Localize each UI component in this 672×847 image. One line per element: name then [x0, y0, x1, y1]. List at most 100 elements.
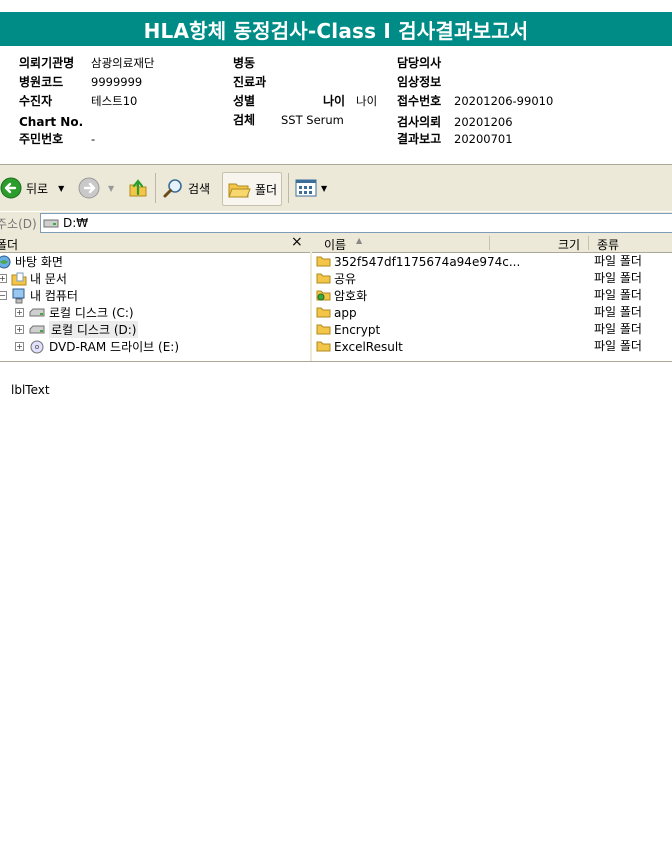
list-item[interactable]: Encrypt 파일 폴더 [312, 321, 672, 338]
institution-label: 의뢰기관명 [19, 56, 75, 70]
specimen-label: 검체 [233, 113, 256, 127]
file-type: 파일 폴더 [594, 288, 642, 302]
file-name: 암호화 [334, 289, 368, 303]
specimen-value: SST Serum [281, 113, 344, 127]
expand-icon[interactable]: + [15, 308, 24, 317]
drive-icon [29, 308, 45, 316]
file-type: 파일 폴더 [594, 322, 642, 336]
address-bar: 주소(D) D:₩ [0, 211, 672, 234]
address-value: D:₩ [63, 216, 89, 230]
back-button[interactable]: 뒤로 ▼ [0, 172, 64, 204]
clinical-info-label: 임상정보 [397, 75, 442, 89]
resident-no-value: - [91, 132, 96, 146]
search-button[interactable]: 검색 [162, 172, 210, 204]
folder-tree-title: 폴더 [0, 238, 19, 252]
folders-button[interactable]: 폴더 [222, 172, 283, 206]
search-label: 검색 [188, 181, 211, 196]
up-folder-button[interactable] [127, 172, 149, 204]
forward-arrow-icon [78, 177, 100, 199]
report-info: 의뢰기관명 삼광의료재단 병원코드 9999999 수진자 테스트10 Char… [0, 52, 672, 152]
column-separator[interactable] [588, 236, 589, 250]
file-name: app [334, 305, 357, 320]
tree-item-my-documents[interactable]: + 내 문서 [0, 270, 67, 287]
drive-icon [29, 325, 45, 333]
back-arrow-icon [0, 177, 22, 199]
file-list-header: 이름 ▲ 크기 종류 [312, 234, 672, 253]
address-input[interactable]: D:₩ [40, 213, 672, 233]
patient-value: 테스트10 [91, 94, 138, 108]
column-name[interactable]: 이름 [324, 236, 346, 253]
folder-icon [316, 324, 331, 335]
close-icon[interactable]: × [291, 234, 303, 250]
institution-value: 삼광의료재단 [91, 56, 155, 70]
request-date-label: 검사의뢰 [397, 115, 442, 129]
documents-folder-icon [11, 272, 27, 285]
up-folder-icon [129, 179, 147, 197]
tree-item-label: 로컬 디스크 (D:) [49, 321, 139, 338]
views-icon [295, 179, 317, 197]
age-value: 나이 [356, 94, 378, 108]
age-label: 나이 [323, 94, 346, 108]
report-title: HLA항체 동정검사-Class I 검사결과보고서 [143, 18, 529, 43]
column-size[interactable]: 크기 [558, 236, 580, 253]
file-explorer: 뒤로 ▼ ▼ 검색 폴더 ▼ 주소(D) D:₩ 폴더 × 바탕 화면 + 내 … [0, 164, 672, 361]
list-item[interactable]: ExcelResult 파일 폴더 [312, 338, 672, 355]
tree-item-dvd-drive[interactable]: + DVD-RAM 드라이브 (E:) [15, 338, 179, 355]
tree-item-label: DVD-RAM 드라이브 (E:) [49, 340, 180, 354]
tree-item-label: 내 문서 [30, 272, 67, 286]
folder-icon [316, 307, 331, 318]
list-item[interactable]: 암호화 파일 폴더 [312, 287, 672, 304]
forward-button[interactable]: ▼ [78, 172, 114, 204]
lbl-text: lblText [11, 383, 50, 397]
views-dropdown-icon: ▼ [321, 183, 328, 193]
tree-item-my-computer[interactable]: − 내 컴퓨터 [0, 287, 78, 304]
sort-asc-icon: ▲ [356, 236, 363, 245]
file-type: 파일 폴더 [594, 339, 642, 353]
file-name: ExcelResult [334, 339, 403, 354]
department-label: 진료과 [233, 75, 267, 89]
column-type[interactable]: 종류 [597, 236, 619, 253]
report-date-label: 결과보고 [397, 132, 442, 146]
folder-icon [316, 273, 331, 284]
file-name: 공유 [334, 272, 357, 286]
expand-icon[interactable]: + [0, 274, 7, 283]
desktop-icon [0, 255, 11, 268]
report-date-value: 20200701 [454, 132, 513, 146]
list-item[interactable]: 공유 파일 폴더 [312, 270, 672, 287]
tree-item-local-disk-d[interactable]: + 로컬 디스크 (D:) [15, 321, 139, 338]
back-dropdown-icon[interactable]: ▼ [58, 184, 64, 193]
tree-item-desktop[interactable]: 바탕 화면 [0, 253, 63, 270]
file-type: 파일 폴더 [594, 271, 642, 285]
tree-item-label: 바탕 화면 [15, 255, 63, 269]
address-label: 주소(D) [0, 217, 37, 231]
folders-icon [228, 183, 251, 198]
drive-icon [43, 219, 59, 228]
list-item[interactable]: 352f547df1175674a94e974c... 파일 폴더 [312, 253, 672, 270]
tree-item-local-disk-c[interactable]: + 로컬 디스크 (C:) [15, 304, 134, 321]
sex-label: 성별 [233, 94, 256, 108]
request-date-value: 20201206 [454, 115, 513, 129]
views-button[interactable]: ▼ [295, 172, 327, 204]
folder-icon [316, 341, 331, 352]
hospital-code-label: 병원코드 [19, 75, 64, 89]
expand-icon[interactable]: + [15, 342, 24, 351]
search-icon [163, 179, 182, 198]
forward-dropdown-icon[interactable]: ▼ [108, 184, 114, 193]
column-separator[interactable] [489, 236, 490, 250]
file-type: 파일 폴더 [594, 305, 642, 319]
receipt-no-value: 20201206-99010 [454, 94, 554, 108]
doctor-label: 담당의사 [397, 56, 442, 70]
file-list: 이름 ▲ 크기 종류 352f547df1175674a94e974c... 파… [312, 234, 672, 361]
encrypted-folder-icon [316, 290, 331, 301]
folders-label: 폴더 [255, 182, 278, 197]
file-type: 파일 폴더 [594, 254, 642, 268]
list-item[interactable]: app 파일 폴더 [312, 304, 672, 321]
resident-no-label: 주민번호 [19, 132, 64, 146]
collapse-icon[interactable]: − [0, 291, 7, 300]
expand-icon[interactable]: + [15, 325, 24, 334]
hospital-code-value: 9999999 [91, 75, 143, 89]
explorer-toolbar: 뒤로 ▼ ▼ 검색 폴더 ▼ [0, 165, 672, 211]
toolbar-separator [155, 173, 156, 203]
file-name: 352f547df1175674a94e974c... [334, 254, 521, 269]
ward-label: 병동 [233, 56, 256, 70]
